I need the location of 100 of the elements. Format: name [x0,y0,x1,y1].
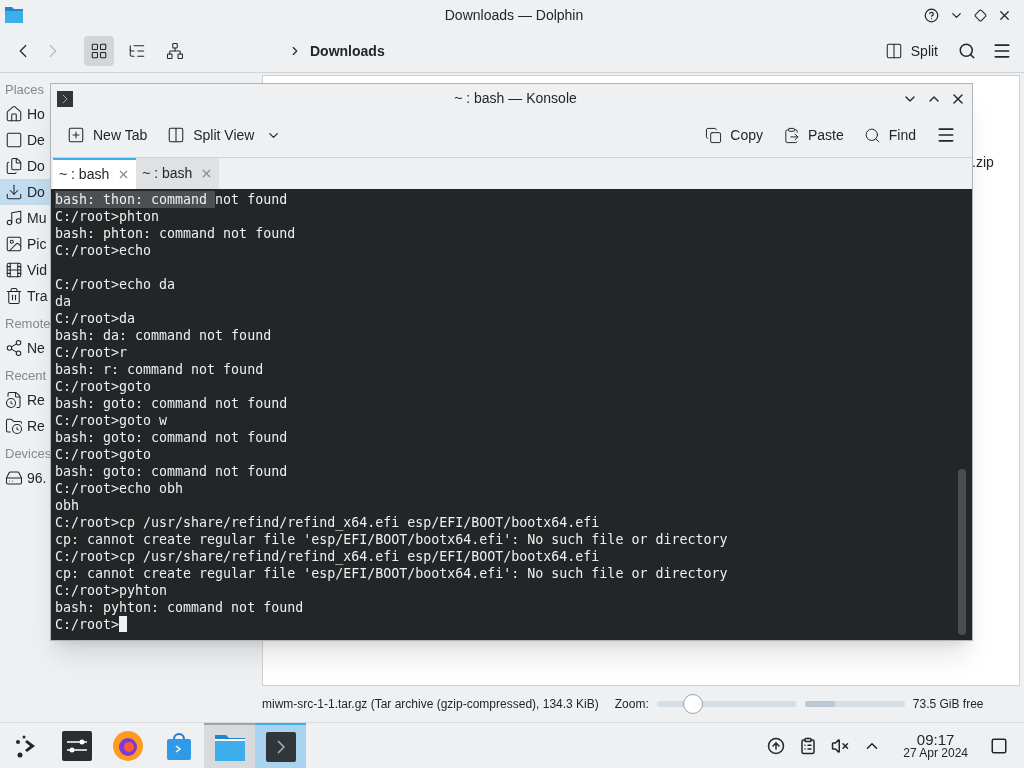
scrollbar[interactable] [958,469,966,635]
sliders-icon [61,730,92,761]
clipboard-icon [782,126,800,144]
details-view-icon [128,42,146,60]
sidebar-heading: Devices [4,445,50,464]
film-icon [5,261,23,279]
terminal-line: C:/root>da [55,310,136,327]
terminal-line: not found [215,191,288,208]
sidebar-item[interactable]: Do [0,153,50,179]
sidebar-item[interactable]: De [0,127,50,153]
split-icon [884,42,903,60]
terminal-line: C:/root>cp /usr/share/refind/refind_x64.efi esp/EFI/BOOT/bootx64.efi [55,514,600,531]
clock-file-icon [5,391,23,409]
view-mode-button[interactable] [84,36,114,66]
window-title: ~ : bash — Konsole [453,89,578,108]
terminal-line: bash: r: command not found [55,361,264,378]
muted-speaker-icon[interactable] [831,736,850,755]
split-view-button[interactable]: Split View [167,124,282,146]
help-icon[interactable] [924,7,939,23]
find-button[interactable]: Find [863,124,916,146]
split-icon [167,126,186,144]
window-title: Downloads — Dolphin [443,5,585,25]
terminal-line: cp: cannot create regular file 'esp/EFI/BOOT/bootx64.efi': No such file or directory [55,531,728,548]
clock-folder-icon [5,417,23,435]
sidebar-item[interactable]: Vid [0,257,50,283]
slider-thumb[interactable] [683,694,704,714]
sidebar-item[interactable]: 96. [0,465,50,491]
show-desktop-icon[interactable] [990,736,1008,755]
folder-icon [4,6,24,24]
sidebar-item[interactable]: Ho [0,101,50,127]
copy-icon [705,126,723,144]
terminal-line: C:/root>phton [55,208,160,225]
documents-icon [5,157,23,175]
browser-icon [111,729,144,762]
music-note-icon [5,209,23,227]
file-name[interactable]: .zip [972,154,994,170]
clock-date[interactable]: 27 Apr 2024 [903,747,968,759]
copy-button[interactable]: Copy [705,124,763,146]
terminal-line: bash: goto: command not found [55,463,288,480]
terminal-line: bash: goto: command not found [55,429,288,446]
sidebar-item[interactable]: Do [0,179,50,205]
search-icon [863,126,881,144]
terminal-line: C:/root>pyhton [55,582,168,599]
shopping-bag-icon [164,730,193,761]
terminal-line: bash: phton: command not found [55,225,296,242]
free-space-text: 73.5 GiB free [912,696,984,713]
new-tab-icon [67,126,85,144]
terminal-output[interactable] [51,189,972,640]
maximize-icon[interactable] [974,8,987,22]
sidebar-item[interactable]: Tra [0,283,50,309]
new-tab-button[interactable]: New Tab [67,124,148,146]
terminal-line: bash: pyhton: command not found [55,599,304,616]
terminal-line: bash: goto: command not found [55,395,288,412]
terminal-line: C:/root>r [55,344,128,361]
terminal-line: C:/root>goto [55,378,152,395]
paste-button[interactable]: Paste [782,124,844,146]
sidebar-item[interactable]: Re [0,387,50,413]
sidebar-item[interactable]: Mu [0,205,50,231]
home-icon [5,105,23,123]
status-text: miwm-src-1-1.tar.gz (Tar archive (gzip-compressed), 134.3 KiB) [262,696,599,713]
download-icon [5,183,23,201]
trash-icon [5,287,23,305]
sidebar-item[interactable]: Pic [0,231,50,257]
terminal-line: obh [55,497,80,514]
terminal-line: C:/root> [55,616,120,633]
terminal-icon [57,90,73,107]
search-icon[interactable] [958,42,976,60]
clipboard-icon[interactable] [799,736,818,755]
sidebar-heading: Remote [4,315,50,334]
sidebar-item[interactable]: Re [0,413,50,439]
sidebar-item[interactable]: Ne [0,335,50,361]
terminal-line: C:/root>echo [55,242,152,259]
terminal-line: C:/root>cp /usr/share/refind/refind_x64.efi esp/EFI/BOOT/bootx64.efi [55,548,600,565]
sidebar-heading: Recent [4,367,48,386]
drive-icon [5,469,23,487]
terminal-line: da [55,293,71,310]
terminal-line: C:/root>goto [55,446,152,463]
terminal-line: bash: da: command not found [55,327,272,344]
zoom-label: Zoom: [614,696,649,713]
terminal-tab[interactable]: ~ : bash [136,158,220,189]
tree-view-icon [166,42,184,60]
zoom-slider[interactable] [656,694,797,714]
menu-icon[interactable] [992,41,1012,61]
network-icon [5,339,23,357]
terminal-line: C:/root>goto w [55,412,168,429]
terminal-line: cp: cannot create regular file 'esp/EFI/BOOT/bootx64.efi': No such file or directory [55,565,728,582]
terminal-tab[interactable]: ~ : bash [53,158,137,189]
monitor-icon [5,131,23,149]
terminal-line: C:/root>echo da [55,276,176,293]
image-icon [5,235,23,253]
clock-time[interactable]: 09:17 [916,732,955,747]
split-button[interactable]: Split [884,40,938,62]
breadcrumb-item[interactable]: Downloads [310,40,385,62]
taskbar-app[interactable] [255,722,306,768]
menu-icon[interactable] [936,125,956,145]
sidebar-heading: Places [4,81,46,100]
grid-view-icon [90,42,108,60]
terminal-line: C:/root>echo obh [55,480,184,497]
updates-icon[interactable] [767,736,786,755]
terminal-icon [265,731,296,762]
